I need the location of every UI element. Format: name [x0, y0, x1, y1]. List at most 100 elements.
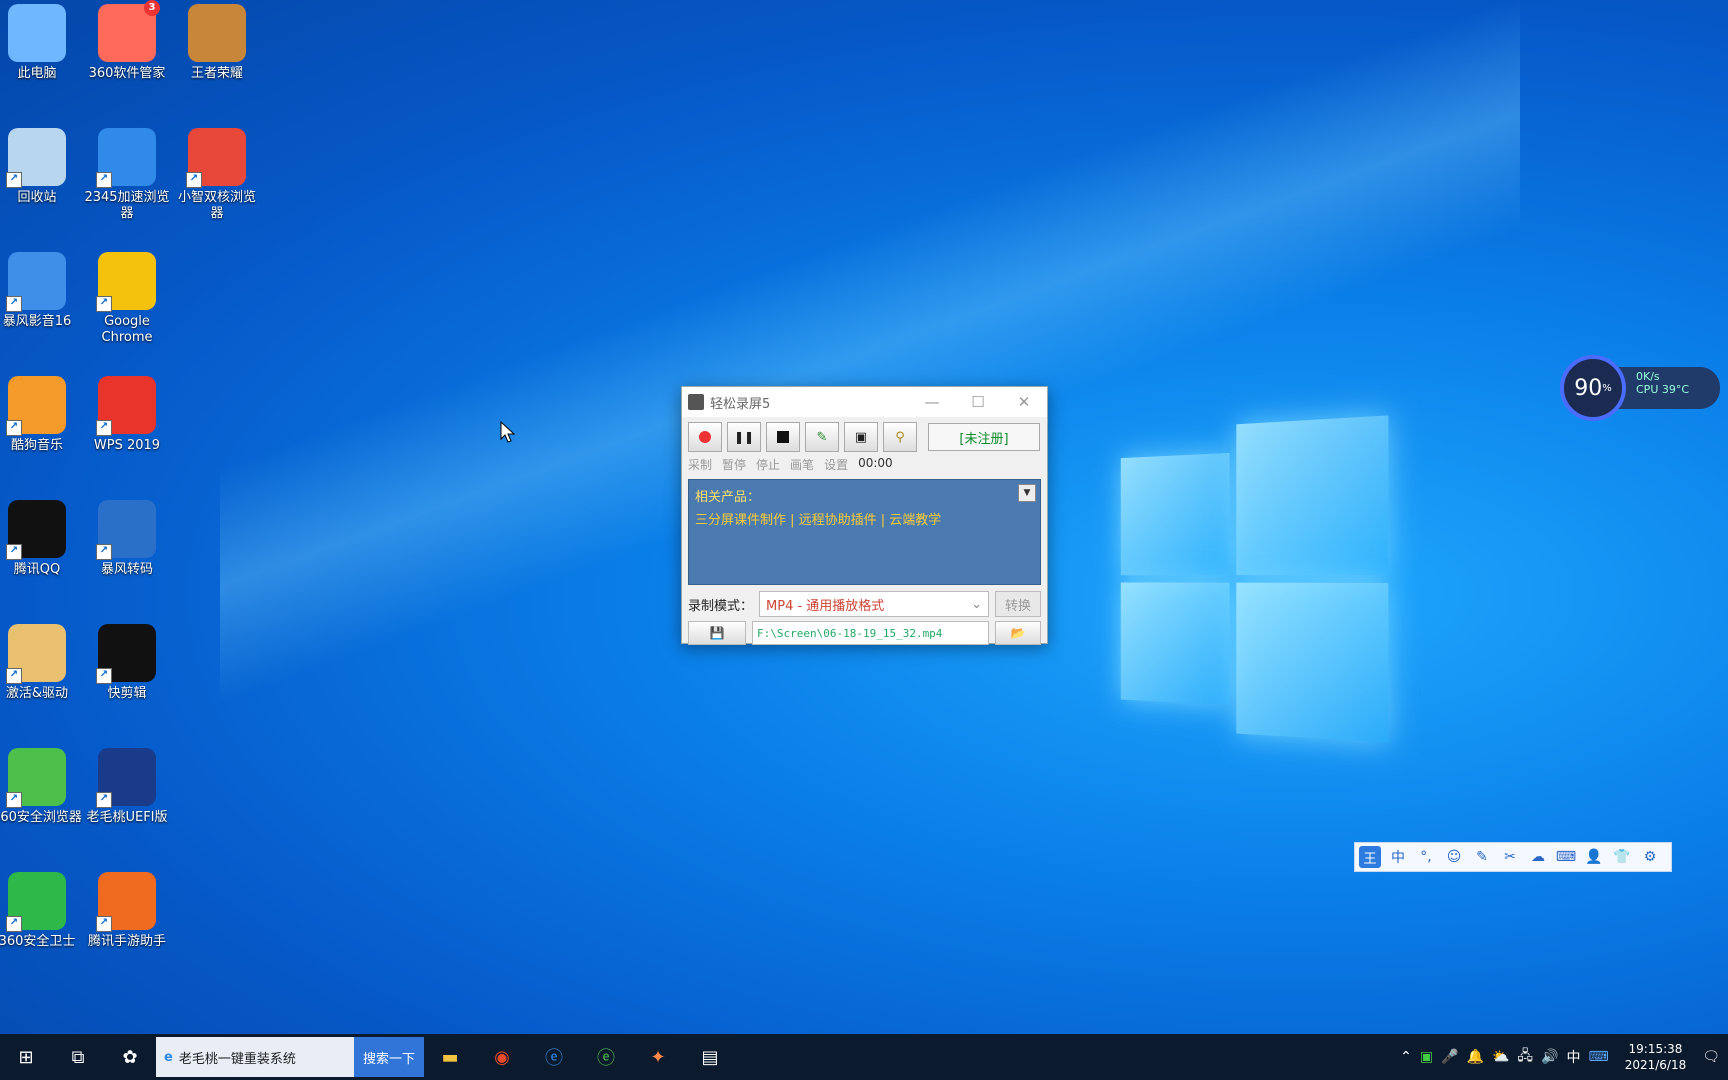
desktop-icon-computer[interactable]: 此电脑 — [0, 4, 82, 82]
screen-recorder-window[interactable]: 轻松录屏5 — ☐ ✕ ❚❚ ✎ ▣ ⚲ [未注册] 采制 暂停 停止 画笔 设… — [681, 386, 1048, 645]
stop-button[interactable] — [766, 422, 800, 452]
desktop-icon-label: 激活&驱动 — [5, 686, 69, 701]
system-tray: ⌃ ▣ 🎤 🔔 ⛅ 🖧 🔊 中 ⌨ 19:15:38 2021/6/18 🗨 — [1400, 1041, 1728, 1073]
pen-button[interactable]: ✎ — [805, 422, 839, 452]
shortcut-arrow-icon: ↗ — [96, 296, 112, 312]
close-button[interactable]: ✕ — [1001, 387, 1047, 417]
ime-keyboard-icon[interactable]: ⌨ — [1555, 846, 1577, 868]
title-bar[interactable]: 轻松录屏5 — ☐ ✕ — [682, 387, 1047, 417]
screenshot-button[interactable]: ▣ — [844, 422, 878, 452]
desktop-icon-label: WPS 2019 — [93, 438, 161, 453]
media-icon: ↗ — [6, 252, 66, 312]
active-browser-task[interactable]: e 老毛桃一键重装系统 — [156, 1037, 354, 1077]
ime-handwrite-icon[interactable]: ✎ — [1471, 846, 1493, 868]
taskbar-app-1[interactable]: ✿ — [104, 1034, 156, 1080]
windows-start-icon: ⊞ — [18, 1046, 34, 1068]
desktop-icon-label: 老毛桃UEFI版 — [86, 810, 168, 825]
edge-browser-icon: ↗ — [186, 128, 246, 188]
shortcut-arrow-icon: ↗ — [96, 792, 112, 808]
ime-toolbar[interactable]: 王 中 °, ☺ ✎ ✂ ☁ ⌨ 👤 👕 ⚙ — [1354, 842, 1672, 872]
network-icon[interactable]: 🖧 — [1517, 1045, 1533, 1069]
chevron-up-icon[interactable]: ⌃ — [1400, 1049, 1412, 1065]
convert-button[interactable]: 转换 — [995, 591, 1041, 617]
desktop-icon-label: 暴风影音16 — [2, 314, 72, 329]
desktop-icon-media[interactable]: ↗ 暴风影音16 — [0, 252, 82, 330]
desktop-icon-app-store[interactable]: 3 360软件管家 — [82, 0, 172, 82]
desktop-icon-360-browser[interactable]: ↗ 360安全浏览器 — [0, 748, 82, 826]
registration-status: [未注册] — [928, 423, 1040, 451]
settings-button[interactable]: ⚲ — [883, 422, 917, 452]
desktop-icon-driver[interactable]: ↗ 激活&驱动 — [0, 624, 82, 702]
desktop-icon-qq[interactable]: ↗ 腾讯QQ — [0, 500, 82, 578]
desktop-icon-video-convert[interactable]: ↗ 暴风转码 — [82, 500, 172, 578]
clock[interactable]: 19:15:38 2021/6/18 — [1617, 1041, 1695, 1073]
bell-icon[interactable]: 🔔 — [1467, 1049, 1484, 1065]
microphone-icon[interactable]: 🎤 — [1441, 1049, 1458, 1065]
ime-skin-icon[interactable]: 👕 — [1611, 846, 1633, 868]
ime-tray-icon[interactable]: ⌨ — [1588, 1049, 1608, 1065]
panel-dropdown-icon[interactable]: ▼ — [1018, 484, 1036, 502]
mode-label: 录制模式： — [688, 598, 754, 614]
output-path-field[interactable]: F:\Screen\06-18-19_15_32.mp4 — [752, 621, 989, 645]
ime-settings-icon[interactable]: ⚙ — [1639, 846, 1661, 868]
cpu-temperature: CPU 39°C — [1636, 383, 1690, 396]
ime-chinese-mode[interactable]: 中 — [1387, 846, 1409, 868]
shortcut-arrow-icon: ↗ — [96, 172, 112, 188]
shortcut-arrow-icon: ↗ — [6, 296, 22, 312]
desktop-icon-uefi[interactable]: ↗ 老毛桃UEFI版 — [82, 748, 172, 826]
notification-center-icon[interactable]: 🗨 — [1702, 1049, 1720, 1065]
desktop-icon-chrome[interactable]: ↗ Google Chrome — [82, 252, 172, 346]
desktop-icon-recycle-bin[interactable]: ↗ 回收站 — [0, 128, 82, 206]
ime-scissors-icon[interactable]: ✂ — [1499, 846, 1521, 868]
save-icon[interactable]: 💾 — [688, 621, 746, 645]
maximize-button[interactable]: ☐ — [955, 387, 1001, 417]
volume-icon[interactable]: 🔊 — [1541, 1049, 1558, 1065]
desktop-icon-ie-browser[interactable]: ↗ 2345加速浏览器 — [82, 128, 172, 222]
task-view-button[interactable]: ⧉ — [52, 1034, 104, 1080]
game-assistant-icon: ↗ — [96, 872, 156, 932]
desktop-icon-label: 2345加速浏览器 — [84, 190, 170, 221]
desktop-icon-game[interactable]: 王者荣耀 — [172, 4, 262, 82]
taskbar-browser-a[interactable]: ◉ — [476, 1034, 528, 1080]
ie-icon: e — [164, 1049, 173, 1065]
input-language[interactable]: 中 — [1566, 1047, 1580, 1067]
ie-browser-icon: ↗ — [96, 128, 156, 188]
shortcut-arrow-icon: ↗ — [6, 916, 22, 932]
folder-icon: ▬ — [441, 1046, 459, 1068]
cpu-monitor-widget[interactable]: 0K/s CPU 39°C 90% — [1560, 355, 1720, 421]
search-button[interactable]: 搜索一下 — [354, 1037, 424, 1077]
mode-select[interactable]: MP4 - 通用播放格式 ⌄ — [759, 591, 989, 617]
desktop-icon-video-edit[interactable]: ↗ 快剪辑 — [82, 624, 172, 702]
shortcut-arrow-icon: ↗ — [6, 668, 22, 684]
notification-badge: 3 — [144, 0, 160, 16]
ime-logo-icon[interactable]: 王 — [1359, 846, 1381, 868]
tray-app-icon[interactable]: ▣ — [1420, 1049, 1433, 1065]
minimize-button[interactable]: — — [909, 387, 955, 417]
desktop-icon-game-assistant[interactable]: ↗ 腾讯手游助手 — [82, 872, 172, 950]
shortcut-arrow-icon: ↗ — [6, 420, 22, 436]
desktop-icon-wps[interactable]: ↗ WPS 2019 — [82, 376, 172, 454]
related-products-links[interactable]: 三分屏课件制作 | 远程协助插件 | 云端教学 — [695, 509, 1034, 528]
weather-icon[interactable]: ⛅ — [1492, 1049, 1509, 1065]
cpu-unit: % — [1602, 382, 1612, 394]
desktop-icon-360-guard[interactable]: ↗ 360安全卫士 — [0, 872, 82, 950]
taskbar-ie[interactable]: ⓔ — [528, 1034, 580, 1080]
taskbar-360-browser[interactable]: ⓔ — [580, 1034, 632, 1080]
pause-button[interactable]: ❚❚ — [727, 422, 761, 452]
folder-open-icon[interactable]: 📂 — [995, 621, 1041, 645]
app-swirl-icon: ✿ — [122, 1046, 138, 1068]
taskbar-app-store[interactable]: ✦ — [632, 1034, 684, 1080]
desktop-icon-music[interactable]: ↗ 酷狗音乐 — [0, 376, 82, 454]
recorder-app-icon — [688, 394, 704, 410]
record-button[interactable] — [688, 422, 722, 452]
desktop-icon-edge-browser[interactable]: ↗ 小智双核浏览器 — [172, 128, 262, 222]
ime-user-icon[interactable]: 👤 — [1583, 846, 1605, 868]
ime-cloud-icon[interactable]: ☁ — [1527, 846, 1549, 868]
shortcut-arrow-icon: ↗ — [96, 420, 112, 436]
taskbar-recorder[interactable]: ▤ — [684, 1034, 736, 1080]
ime-emoji-icon[interactable]: ☺ — [1443, 846, 1465, 868]
desktop-icon-label: 360安全浏览器 — [0, 810, 82, 825]
ime-punctuation-icon[interactable]: °, — [1415, 846, 1437, 868]
taskbar-file-explorer[interactable]: ▬ — [424, 1034, 476, 1080]
start-button[interactable]: ⊞ — [0, 1034, 52, 1080]
